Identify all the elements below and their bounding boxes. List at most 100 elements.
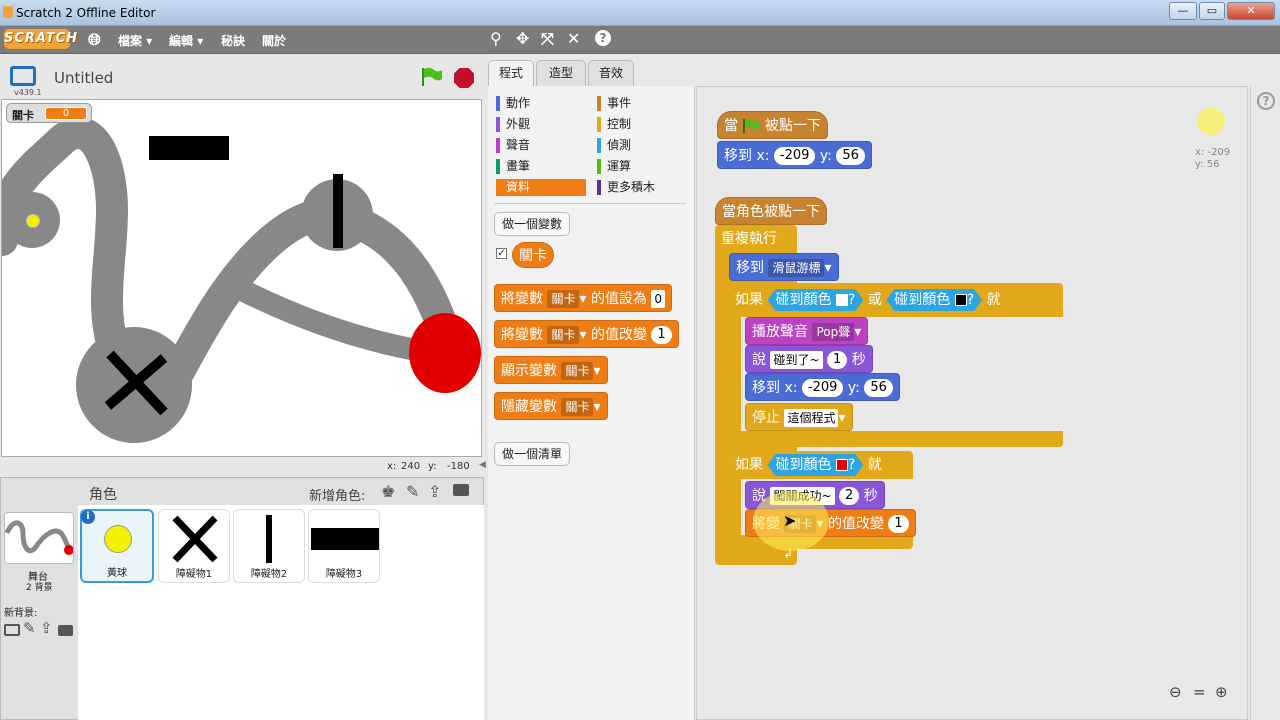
category-more-blocks[interactable]: 更多積木 <box>597 179 683 196</box>
fullscreen-icon[interactable] <box>10 66 36 86</box>
tab-scripts[interactable]: 程式 <box>488 60 534 86</box>
menu-file[interactable]: 檔案 ▾ <box>118 32 152 49</box>
backdrop-paint-icon[interactable]: ✎ <box>23 619 36 637</box>
menu-edit[interactable]: 編輯 ▾ <box>169 32 203 49</box>
goto-mouse-block[interactable]: 移到 滑鼠游標 ▾ <box>729 253 839 281</box>
stop-block[interactable]: 停止 這個程式 ▾ <box>745 403 853 431</box>
right-scrollbar[interactable]: ? <box>1250 86 1280 720</box>
green-flag-icon <box>743 119 760 133</box>
sprite-list: i 黃球 障礙物1 障礙物2 障礙物3 <box>78 505 484 720</box>
category-pen[interactable]: 畫筆 <box>496 158 582 175</box>
close-button[interactable]: ✕ <box>1227 2 1275 20</box>
when-sprite-clicked-hat[interactable]: 當角色被點一下 <box>715 197 827 225</box>
scratch-logo[interactable]: SCRATCH <box>4 29 77 49</box>
play-sound-block[interactable]: 播放聲音 Pop聲 ▾ <box>745 317 869 345</box>
category-looks[interactable]: 外觀 <box>496 116 582 133</box>
color-swatch-black[interactable] <box>955 294 967 306</box>
touching-color-3[interactable]: 碰到顏色 ? <box>767 454 863 476</box>
stop-icon[interactable] <box>453 67 475 89</box>
mouse-y-label: y: <box>428 461 437 472</box>
hide-variable-block[interactable]: 隱藏變數 關卡 ▾ <box>494 392 608 420</box>
app-icon <box>3 6 13 18</box>
info-icon[interactable]: i <box>81 510 95 524</box>
say-block-1[interactable]: 說 碰到了~ 1 秒 <box>745 345 873 373</box>
scripts-area[interactable]: 當 被點一下 移到 x: -209 y: 56 當角色被點一下 重複執行 ↲ 移… <box>696 86 1248 720</box>
make-list-button[interactable]: 做一個清單 <box>494 442 571 466</box>
forever-label: 重複執行 <box>715 225 783 253</box>
category-control[interactable]: 控制 <box>597 116 683 133</box>
stage-backdrop-count: 2 背景 <box>26 583 53 593</box>
touching-color-1[interactable]: 碰到顏色 ? <box>767 289 863 311</box>
sprite-tile-yellow-ball[interactable]: i 黃球 <box>80 509 154 583</box>
category-data[interactable]: 資料 <box>496 179 586 196</box>
sprite-obstacle2[interactable] <box>333 174 343 248</box>
touching-color-2[interactable]: 碰到顏色 ? <box>886 289 982 311</box>
palette-divider <box>494 203 686 204</box>
sprite-tile-obstacle2[interactable]: 障礙物2 <box>233 509 305 583</box>
category-sound[interactable]: 聲音 <box>496 137 582 154</box>
cut-icon[interactable]: ✥ <box>516 29 529 48</box>
grow-icon[interactable]: ⤧ <box>541 29 554 49</box>
make-variable-button[interactable]: 做一個變數 <box>494 212 571 236</box>
menu-bar: SCRATCH 🌐︎ 檔案 ▾ 編輯 ▾ 秘訣 關於 ⚲ ✥ ⤧ ✕ ? <box>0 26 1280 54</box>
set-variable-block[interactable]: 將變數 關卡 ▾ 的值設為 0 <box>494 284 673 312</box>
stage-header: v439.1 Untitled <box>0 54 484 98</box>
menu-about[interactable]: 關於 <box>262 32 286 49</box>
backdrop-upload-icon[interactable]: ⇪ <box>40 619 53 637</box>
if-1-header[interactable]: 如果 碰到顏色 ? 或 碰到顏色 ? 就 <box>729 285 1007 315</box>
project-title[interactable]: Untitled <box>54 69 113 87</box>
color-swatch-red[interactable] <box>836 459 848 471</box>
if-2-header[interactable]: 如果 碰到顏色 ? 就 <box>729 451 888 479</box>
backdrop-camera-icon[interactable] <box>58 625 73 636</box>
help-icon[interactable]: ? <box>595 30 611 46</box>
goto-xy-block[interactable]: 移到 x: -209 y: 56 <box>717 141 872 169</box>
sprite-yellow-ball[interactable] <box>26 214 40 228</box>
show-variable-block[interactable]: 顯示變數 關卡 ▾ <box>494 356 608 384</box>
backdrop-library-icon[interactable] <box>4 624 20 636</box>
variable-monitor[interactable]: 關卡 0 <box>6 103 92 123</box>
camera-sprite-icon[interactable] <box>453 484 469 496</box>
color-swatch-white[interactable] <box>836 294 848 306</box>
stage-canvas[interactable] <box>1 99 482 457</box>
stage-thumbnail[interactable]: 舞台 2 背景 新背景: <box>2 508 74 620</box>
block-palette: 動作 外觀 聲音 畫筆 資料 事件 控制 偵測 運算 更多積木 做一個變數 ✓ … <box>488 86 695 720</box>
category-operators[interactable]: 運算 <box>597 158 683 175</box>
menu-tips[interactable]: 秘訣 <box>221 32 245 49</box>
sprite-y-readout: y: 56 <box>1195 159 1220 170</box>
variable-checkbox[interactable]: ✓ <box>496 248 507 259</box>
green-flag-icon[interactable] <box>420 66 444 88</box>
goal-red-circle <box>409 313 481 393</box>
zoom-reset-icon[interactable]: = <box>1193 683 1206 701</box>
variable-reporter[interactable]: 關卡 <box>512 242 554 268</box>
minimize-button[interactable]: — <box>1169 2 1197 20</box>
zoom-in-icon[interactable]: ⊕ <box>1215 683 1228 701</box>
collapse-arrow-icon[interactable]: ◀ <box>479 460 486 470</box>
category-motion[interactable]: 動作 <box>496 95 582 112</box>
category-events[interactable]: 事件 <box>597 95 683 112</box>
globe-icon[interactable]: 🌐︎ <box>88 30 101 50</box>
new-backdrop-label: 新背景: <box>4 608 38 619</box>
variable-monitor-value: 0 <box>45 107 87 120</box>
tab-sounds[interactable]: 音效 <box>588 60 634 86</box>
sprite-tile-obstacle1[interactable]: 障礙物1 <box>158 509 230 583</box>
maximize-button[interactable]: ▭ <box>1199 2 1225 20</box>
help-icon[interactable]: ? <box>1257 92 1275 110</box>
zoom-out-icon[interactable]: ⊖ <box>1169 683 1182 701</box>
change-variable-block[interactable]: 將變數 關卡 ▾ 的值改變 1 <box>494 320 679 348</box>
when-flag-clicked-hat[interactable]: 當 被點一下 <box>717 111 828 139</box>
sprite-obstacle3[interactable] <box>149 136 229 160</box>
new-sprite-label: 新增角色: <box>309 489 366 504</box>
shrink-icon[interactable]: ✕ <box>567 29 580 48</box>
category-sensing[interactable]: 偵測 <box>597 137 683 154</box>
tab-costumes[interactable]: 造型 <box>536 60 586 86</box>
paint-sprite-icon[interactable]: ✎ <box>406 482 419 501</box>
sprite-tile-obstacle3[interactable]: 障礙物3 <box>308 509 380 583</box>
stage-thumb-image <box>4 512 74 564</box>
upload-sprite-icon[interactable]: ⇪ <box>428 482 441 501</box>
goto-xy-block-2[interactable]: 移到 x: -209 y: 56 <box>745 373 900 401</box>
library-sprite-icon[interactable]: ♚ <box>381 482 395 501</box>
sprite-obstacle1[interactable] <box>102 348 172 418</box>
mouse-y-value: -180 <box>447 461 470 472</box>
current-sprite-dot <box>1197 107 1225 135</box>
duplicate-icon[interactable]: ⚲ <box>490 29 502 48</box>
